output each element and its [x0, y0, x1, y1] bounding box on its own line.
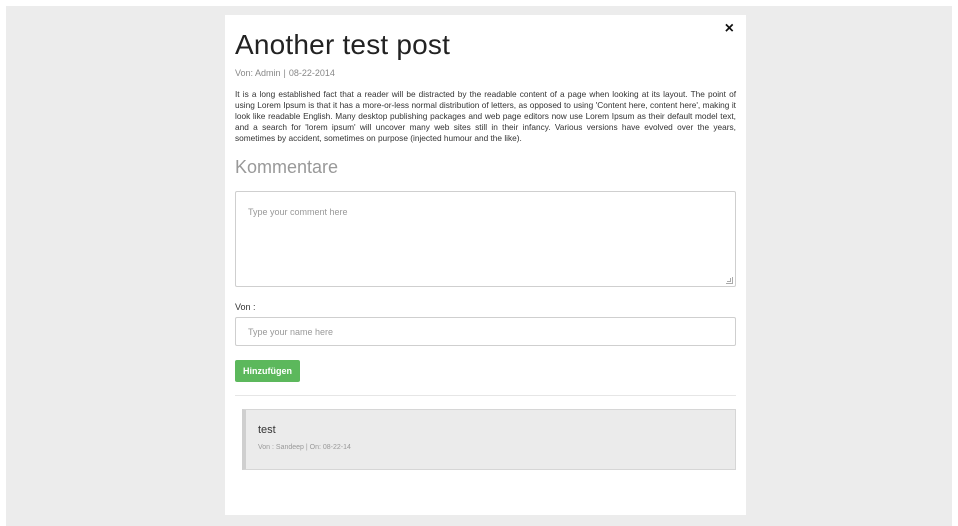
- name-label: Von :: [235, 302, 256, 312]
- comment-textarea[interactable]: Type your comment here: [235, 191, 736, 287]
- name-input[interactable]: Type your name here: [235, 317, 736, 346]
- comment-meta: Von : Sandeep | On: 08-22-14: [258, 444, 351, 451]
- comments-heading: Kommentare: [235, 157, 339, 177]
- comment-placeholder: Type your comment here: [248, 207, 348, 217]
- comment-text: test: [258, 424, 276, 436]
- meta-separator: |: [283, 68, 286, 78]
- post-date: 08-22-2014: [288, 68, 335, 78]
- post-title: Another test post: [235, 29, 451, 60]
- divider: [235, 395, 736, 396]
- post-author: Von: Admin: [235, 68, 281, 78]
- close-icon[interactable]: ×: [725, 21, 734, 37]
- add-comment-button[interactable]: Hinzufügen: [235, 360, 300, 382]
- name-placeholder: Type your name here: [248, 327, 334, 337]
- post-modal: × Another test post Von: Admin | 08-22-201…: [225, 15, 746, 515]
- resize-grip-icon[interactable]: [726, 277, 733, 284]
- comment-item: test Von : Sandeep | On: 08-22-14: [242, 409, 736, 470]
- post-body: It is a long established fact that a rea…: [235, 89, 736, 143]
- post-meta: Von: Admin | 08-22-2014: [235, 67, 736, 79]
